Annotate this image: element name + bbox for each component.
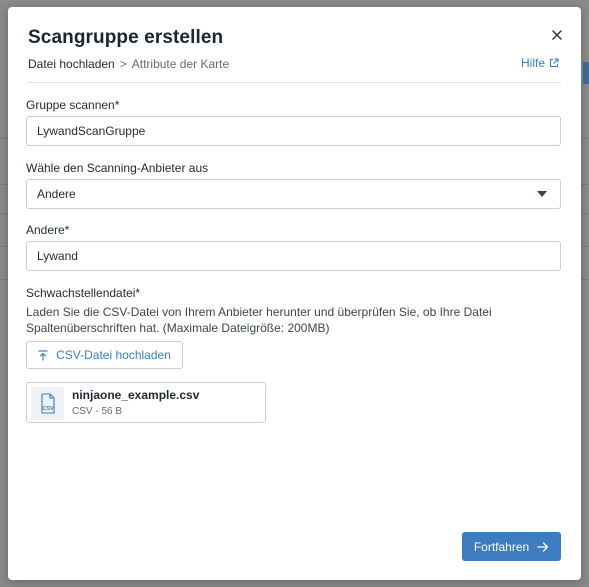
header-divider [28, 82, 561, 83]
other-provider-value: Lywand [37, 249, 78, 263]
help-link[interactable]: Hilfe [521, 56, 559, 70]
vulnerability-file-label: Schwachstellendatei* [26, 286, 141, 300]
provider-selected-value: Andere [37, 187, 76, 201]
upload-csv-label: CSV-Datei hochladen [56, 348, 171, 362]
other-provider-label: Andere* [26, 223, 70, 237]
breadcrumb-step-upload: Datei hochladen [28, 57, 115, 71]
upload-csv-button[interactable]: CSV-Datei hochladen [26, 341, 183, 369]
provider-select[interactable]: Andere [26, 179, 561, 209]
group-name-input[interactable]: LywandScanGruppe [26, 116, 561, 146]
provider-label: Wähle den Scanning-Anbieter aus [26, 161, 209, 175]
continue-button[interactable]: Fortfahren [462, 532, 561, 561]
uploaded-file-meta: CSV - 56 B [72, 406, 123, 417]
caret-down-icon [537, 191, 547, 197]
arrow-right-icon [537, 541, 549, 552]
external-link-icon [549, 58, 559, 68]
svg-text:CSV: CSV [42, 406, 54, 412]
dialog-title: Scangruppe erstellen [28, 27, 224, 48]
help-link-label: Hilfe [520, 56, 545, 70]
upload-icon [38, 349, 48, 361]
breadcrumb: Datei hochladen > Attribute der Karte [28, 57, 229, 71]
continue-label: Fortfahren [473, 539, 530, 554]
vulnerability-file-description: Laden Sie die CSV-Datei von Ihrem Anbiet… [26, 305, 492, 335]
close-button[interactable] [547, 25, 567, 45]
breadcrumb-separator: > [119, 57, 127, 71]
csv-file-icon: CSV [40, 392, 55, 414]
background-chip [583, 62, 589, 84]
breadcrumb-step-attributes: Attribute der Karte [131, 57, 230, 71]
uploaded-file-name: ninjaone_example.csv [72, 388, 200, 402]
group-name-value: LywandScanGruppe [37, 124, 146, 138]
group-name-label: Gruppe scannen* [26, 98, 120, 112]
csv-file-icon-box: CSV [31, 387, 64, 420]
create-scan-group-dialog: Scangruppe erstellen Datei hochladen > A… [8, 7, 581, 580]
close-icon [552, 30, 562, 40]
other-provider-input[interactable]: Lywand [26, 241, 561, 271]
uploaded-file-card: CSV ninjaone_example.csv CSV - 56 B [26, 382, 266, 423]
